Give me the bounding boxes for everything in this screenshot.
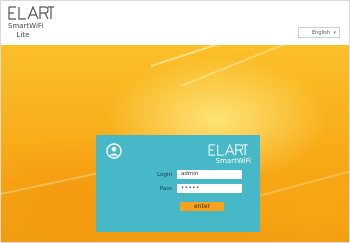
password-label: Pass [159, 186, 172, 192]
elart-logo-mark [208, 144, 248, 156]
password-input[interactable] [177, 184, 242, 193]
login-panel: SmartWiFi Login Pass enter [96, 135, 260, 232]
language-select-value: English [312, 30, 331, 36]
chevron-down-icon: ▾ [333, 30, 336, 36]
login-label: Login [157, 172, 172, 178]
user-avatar-icon [106, 143, 122, 159]
login-input[interactable] [177, 170, 242, 179]
elart-logo: SmartWiFi Lite [8, 6, 54, 42]
elart-logo-mark [8, 6, 54, 20]
panel-logo: SmartWiFi [205, 144, 251, 166]
language-select[interactable]: English ▾ [298, 27, 340, 38]
panel-logo-product: SmartWiFi [215, 157, 251, 165]
header: SmartWiFi Lite English ▾ [1, 1, 349, 45]
enter-button[interactable]: enter [180, 202, 224, 211]
light-streak [180, 45, 339, 87]
background-banner: SmartWiFi Login Pass enter [1, 45, 349, 242]
logo-product-name: SmartWiFi [8, 22, 44, 30]
logo-product-edition: Lite [16, 31, 30, 39]
